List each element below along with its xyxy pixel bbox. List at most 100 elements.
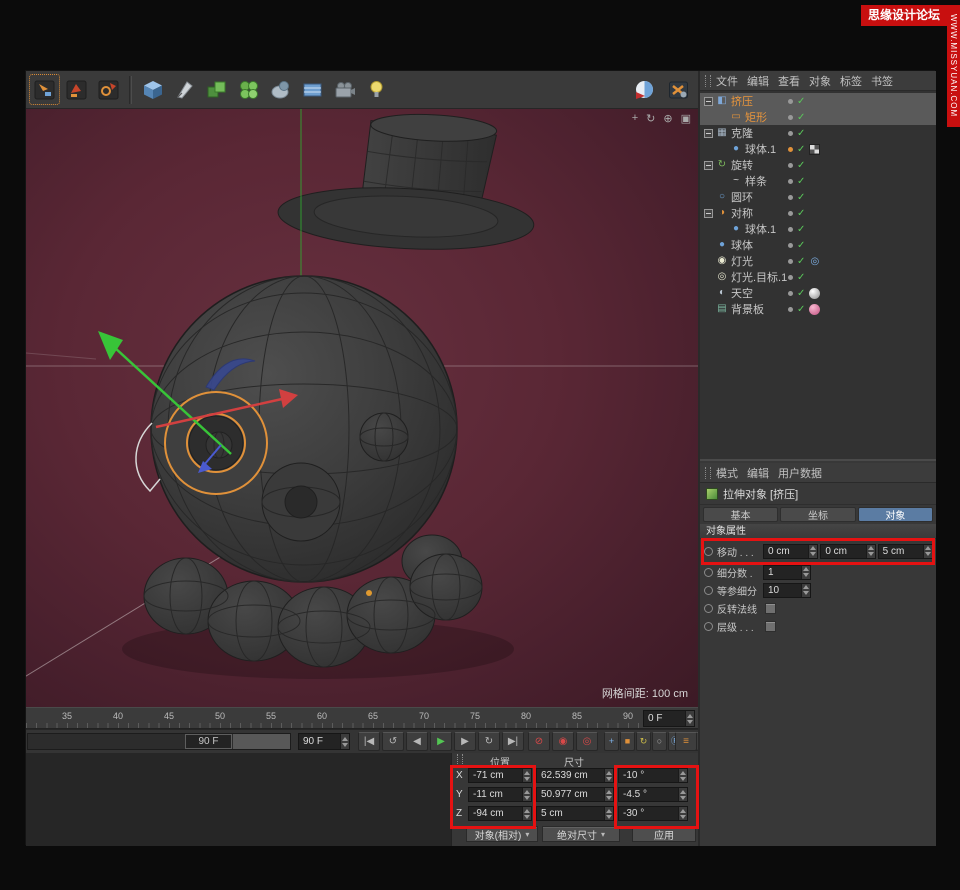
rotation-field[interactable]: -10 ° — [618, 768, 688, 783]
size-field[interactable]: 5 cm — [536, 806, 614, 821]
layer-dot[interactable] — [788, 227, 793, 232]
enabled-check[interactable]: ✓ — [797, 288, 805, 299]
apply-button[interactable]: 应用 — [632, 826, 696, 842]
checkbox[interactable] — [765, 603, 776, 614]
object-row[interactable]: ●球体.1✓ — [700, 221, 936, 237]
ruler-ticks[interactable]: 30354045505560657075808590 — [26, 708, 640, 728]
record-scale-button[interactable]: ■ — [620, 732, 635, 751]
slider-track[interactable] — [233, 734, 290, 749]
zoom-icon[interactable]: ⊕ — [663, 112, 672, 125]
target-tag[interactable]: ◎ — [809, 256, 820, 267]
deformer-button[interactable] — [265, 74, 296, 105]
enabled-check[interactable]: ✓ — [797, 192, 805, 203]
object-row[interactable]: ◧挤压✓ — [700, 93, 936, 109]
floor-environment-button[interactable] — [297, 74, 328, 105]
object-row[interactable]: ●球体.1✓ — [700, 141, 936, 157]
panel-grip[interactable] — [705, 467, 711, 479]
layer-dot[interactable] — [788, 99, 793, 104]
value-field[interactable]: 0 cm — [820, 544, 875, 559]
enabled-check[interactable]: ✓ — [797, 224, 805, 235]
enabled-check[interactable]: ✓ — [797, 256, 805, 267]
spinner[interactable] — [866, 545, 875, 558]
position-field[interactable]: -71 cm — [468, 768, 532, 783]
value-field[interactable]: 5 cm — [878, 544, 933, 559]
pen-spline-button[interactable] — [169, 74, 200, 105]
am-menu-item-2[interactable]: 用户数据 — [778, 465, 822, 481]
size-mode-button[interactable]: 绝对尺寸▾ — [542, 826, 620, 842]
timeline-slider[interactable]: 90 F — [27, 733, 291, 750]
expand-toggle[interactable] — [704, 161, 713, 170]
anim-dot-icon[interactable] — [704, 622, 713, 631]
object-row[interactable]: ▭矩形✓ — [700, 109, 936, 125]
layer-dot[interactable] — [788, 163, 793, 168]
subdivision-surface-button[interactable] — [201, 74, 232, 105]
enabled-check[interactable]: ✓ — [797, 240, 805, 251]
viewport-3d[interactable]: +↻⊕▣ 网格间距: 100 cm — [26, 109, 698, 707]
panel-grip[interactable] — [457, 754, 463, 766]
slider-handle[interactable]: 90 F — [185, 734, 232, 749]
layer-dot[interactable] — [788, 275, 793, 280]
expand-toggle[interactable] — [704, 129, 713, 138]
selected-point[interactable] — [366, 590, 372, 596]
attr-tab-1[interactable]: 坐标 — [780, 507, 855, 522]
pan-icon[interactable]: + — [632, 112, 638, 125]
enabled-check[interactable]: ✓ — [797, 160, 805, 171]
checkbox[interactable] — [765, 621, 776, 632]
step-forward-button[interactable]: ▶ — [454, 732, 476, 751]
object-row[interactable]: ▦克隆✓ — [700, 125, 936, 141]
anim-dot-icon[interactable] — [704, 568, 713, 577]
goto-start-button[interactable]: |◀ — [358, 732, 380, 751]
timeline-ruler[interactable]: 30354045505560657075808590 0 F — [26, 707, 698, 729]
mouth-torus[interactable] — [262, 463, 340, 541]
om-menu-item-1[interactable]: 编辑 — [747, 73, 769, 89]
play-button[interactable]: ▶ — [430, 732, 452, 751]
top-hat[interactable] — [277, 109, 540, 255]
record-keyframe-button[interactable]: ⊘ — [528, 732, 550, 751]
enabled-check[interactable]: ✓ — [797, 272, 805, 283]
size-field[interactable]: 62.539 cm — [536, 768, 614, 783]
layer-dot[interactable] — [788, 259, 793, 264]
spinner[interactable] — [604, 788, 613, 801]
anim-dot-icon[interactable] — [704, 586, 713, 595]
anim-dot-icon[interactable] — [704, 604, 713, 613]
scene-canvas[interactable] — [26, 109, 698, 707]
layer-dot[interactable] — [788, 211, 793, 216]
object-row[interactable]: ◎灯光.目标.1✓ — [700, 269, 936, 285]
value-field[interactable]: 10 — [763, 583, 811, 598]
sky-tag[interactable] — [809, 288, 820, 299]
loop-button[interactable]: ↻ — [478, 732, 500, 751]
expand-toggle[interactable] — [704, 97, 713, 106]
camera-button[interactable] — [329, 74, 360, 105]
spinner[interactable] — [801, 584, 810, 597]
render-view-button[interactable] — [629, 74, 660, 105]
spinner[interactable] — [923, 545, 932, 558]
object-row[interactable]: ○圆环✓ — [700, 189, 936, 205]
checker-tag[interactable] — [809, 144, 820, 155]
object-row[interactable]: ~样条✓ — [700, 173, 936, 189]
layer-dot[interactable] — [788, 307, 793, 312]
spinner[interactable] — [522, 769, 531, 782]
layer-dot[interactable] — [788, 243, 793, 248]
object-row[interactable]: ↻旋转✓ — [700, 157, 936, 173]
expand-toggle[interactable] — [704, 209, 713, 218]
spinner[interactable] — [340, 734, 349, 749]
timeline-end-field[interactable]: 0 F — [643, 710, 695, 727]
position-field[interactable]: -11 cm — [468, 787, 532, 802]
layer-dot[interactable] — [788, 147, 793, 152]
anim-dot-icon[interactable] — [704, 547, 713, 556]
layer-browser-button[interactable]: ≡ — [675, 732, 697, 751]
position-mode-button[interactable]: 对象(相对)▾ — [466, 826, 538, 842]
enabled-check[interactable]: ✓ — [797, 144, 805, 155]
rotation-field[interactable]: -4.5 ° — [618, 787, 688, 802]
right-eye-sphere[interactable] — [360, 413, 408, 461]
value-field[interactable]: 1 — [763, 565, 811, 580]
spinner[interactable] — [678, 807, 687, 820]
om-menu-item-5[interactable]: 书签 — [871, 73, 893, 89]
spinner[interactable] — [604, 807, 613, 820]
current-frame-field[interactable]: 90 F — [298, 733, 350, 750]
attr-tab-0[interactable]: 基本 — [703, 507, 778, 522]
layer-dot[interactable] — [788, 291, 793, 296]
am-menu-item-0[interactable]: 模式 — [716, 465, 738, 481]
goto-end-button[interactable]: ▶| — [502, 732, 524, 751]
render-settings-button[interactable] — [663, 74, 694, 105]
